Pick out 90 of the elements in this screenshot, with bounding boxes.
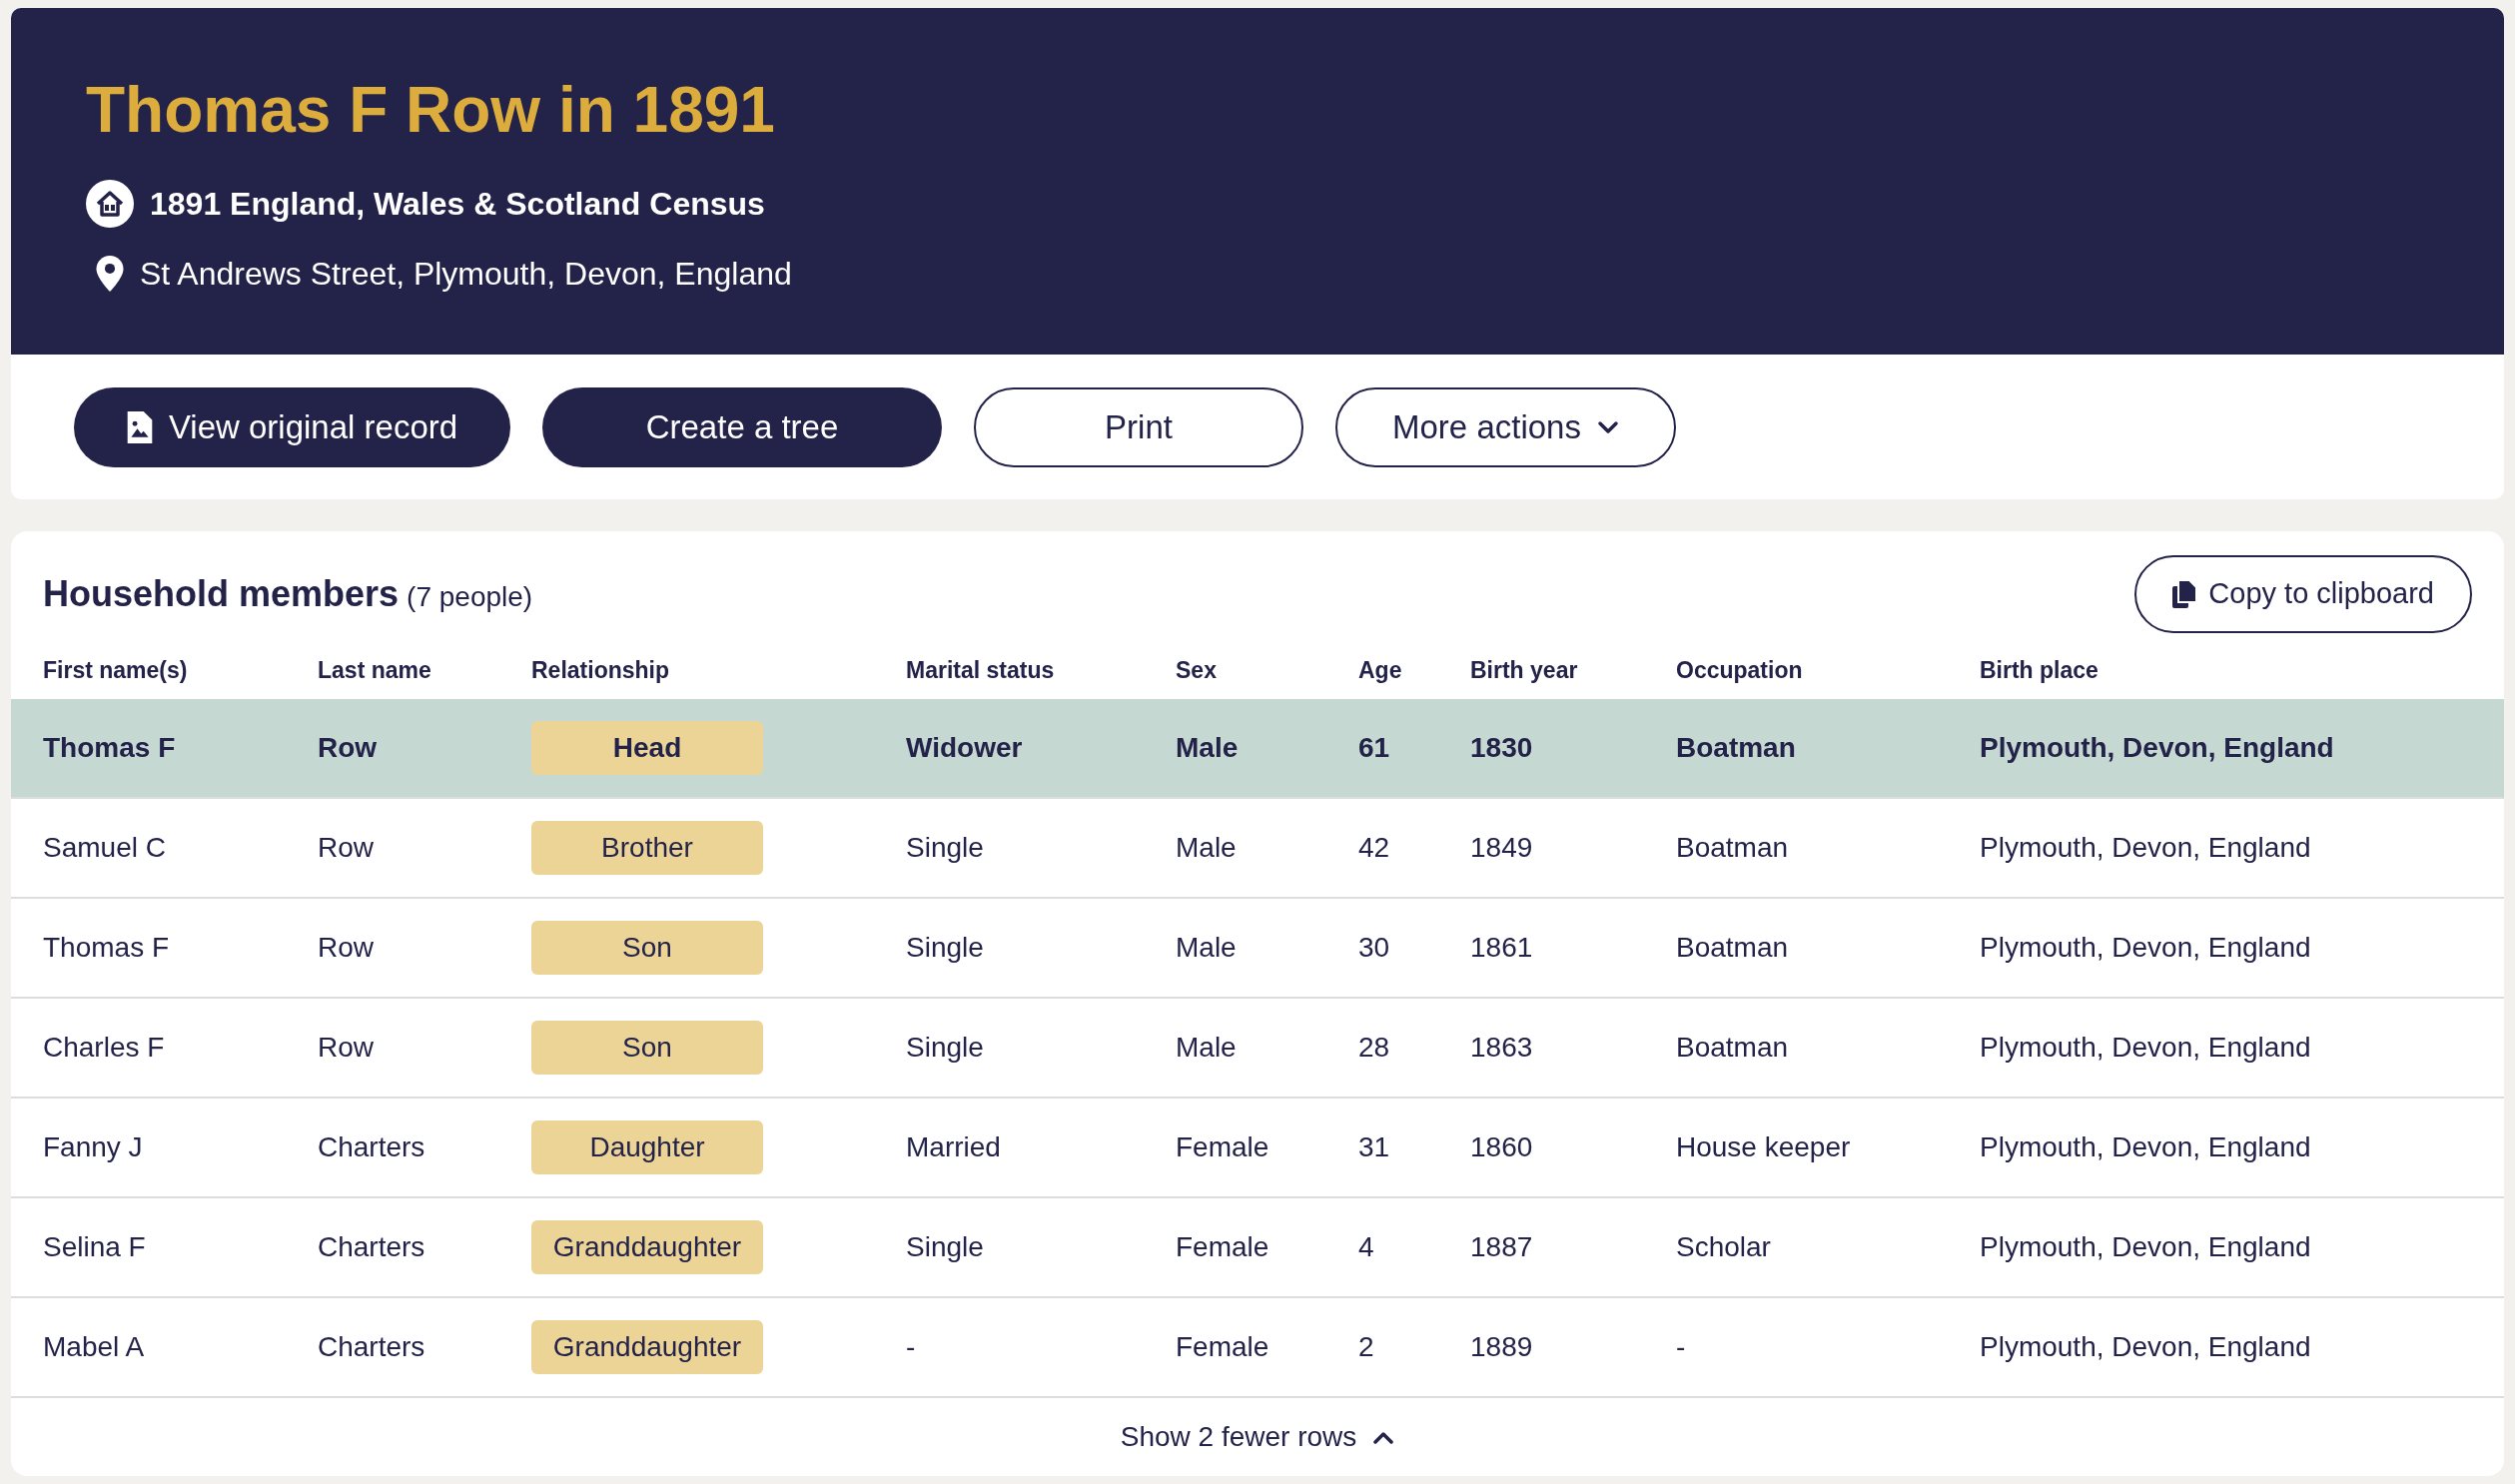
table-cell-text: Boatman <box>1676 731 1797 765</box>
section-title: Household members <box>43 572 400 616</box>
column-header: Sex <box>1176 655 1218 685</box>
table-cell-text: Single <box>906 931 985 965</box>
table-cell-text: Male <box>1176 731 1240 765</box>
table-cell-text: Married <box>906 1130 1002 1164</box>
table-cell-text: 1863 <box>1470 1031 1534 1065</box>
table-cell-text: - <box>906 1330 917 1364</box>
location-text: St Andrews Street, Plymouth, Devon, England <box>140 255 792 294</box>
table-cell-text: 4 <box>1358 1230 1375 1264</box>
column-header: Last name <box>318 655 432 685</box>
table-cell-text: 1849 <box>1470 831 1534 865</box>
view-record-button[interactable]: View original record <box>74 386 510 467</box>
table-cell-text: Single <box>906 831 985 865</box>
table-cell-text: Thomas F <box>43 731 177 765</box>
table-cell-text: Female <box>1176 1330 1270 1364</box>
page-title: Thomas F Row in 1891 <box>86 78 775 142</box>
table-cell-text: Widower <box>906 731 1024 765</box>
relationship-tag: Son <box>531 921 763 975</box>
copy-icon <box>2172 580 2197 608</box>
column-header: Birth place <box>1980 655 2099 685</box>
table-cell-text: Row <box>318 731 379 765</box>
chevron-up-icon <box>1372 1430 1395 1444</box>
table-cell-text: Charters <box>318 1230 426 1264</box>
table-cell-text: Plymouth, Devon, England <box>1980 931 2312 965</box>
table-cell-text: Plymouth, Devon, England <box>1980 1230 2312 1264</box>
table-cell-text: Plymouth, Devon, England <box>1980 1130 2312 1164</box>
relationship-tag: Head <box>531 721 763 775</box>
table-row[interactable]: Thomas F Row Head Widower Male 61 1830 Boatman Plymouth, Devon, England <box>11 699 2504 799</box>
house-icon <box>86 180 134 228</box>
table-cell-text: Scholar <box>1676 1230 1772 1264</box>
relationship-tag: Granddaughter <box>531 1220 763 1274</box>
table-cell-text: 42 <box>1358 831 1391 865</box>
table-cell-text: Male <box>1176 1031 1238 1065</box>
table-cell-text: Single <box>906 1230 985 1264</box>
table-cell-text: Row <box>318 831 375 865</box>
table-cell-text: 1861 <box>1470 931 1534 965</box>
relationship-tag: Daughter <box>531 1120 763 1174</box>
show-fewer-rows-button[interactable]: Show 2 fewer rows <box>1120 1416 1395 1458</box>
print-button[interactable]: Print <box>974 386 1303 467</box>
image-document-icon <box>126 410 153 443</box>
table-cell-text: Plymouth, Devon, England <box>1980 731 2335 765</box>
table-cell-text: Fanny J <box>43 1130 144 1164</box>
table-cell-text: 1860 <box>1470 1130 1534 1164</box>
table-cell-text: Boatman <box>1676 931 1790 965</box>
table-cell-text: 1887 <box>1470 1230 1534 1264</box>
chevron-down-icon <box>1596 419 1619 434</box>
table-cell-text: Samuel C <box>43 831 167 865</box>
table-cell-text: 61 <box>1358 731 1391 765</box>
relationship-tag: Son <box>531 1021 763 1075</box>
table-cell-text: Plymouth, Devon, England <box>1980 831 2312 865</box>
collection-name: 1891 England, Wales & Scotland Census <box>150 185 765 224</box>
more-actions-button[interactable]: More actions <box>1335 386 1676 467</box>
column-header: Relationship <box>531 655 670 685</box>
table-cell-text: Thomas F <box>43 931 171 965</box>
column-header: Birth year <box>1470 655 1579 685</box>
table-cell-text: 2 <box>1358 1330 1375 1364</box>
table-cell-text: House keeper <box>1676 1130 1852 1164</box>
copy-to-clipboard-button[interactable]: Copy to clipboard <box>2134 555 2472 633</box>
table-cell-text: Plymouth, Devon, England <box>1980 1031 2312 1065</box>
column-header: Marital status <box>906 655 1056 685</box>
table-cell-text: Boatman <box>1676 1031 1790 1065</box>
table-cell-text: Single <box>906 1031 985 1065</box>
table-cell-text: Male <box>1176 931 1238 965</box>
relationship-tag: Brother <box>531 821 763 875</box>
table-cell-text: - <box>1676 1330 1687 1364</box>
table-cell-text: Plymouth, Devon, England <box>1980 1330 2312 1364</box>
table-cell-text: Female <box>1176 1130 1270 1164</box>
column-header: First name(s) <box>43 655 189 685</box>
table-cell-text: Selina F <box>43 1230 147 1264</box>
table-cell-text: Charles F <box>43 1031 166 1065</box>
table-cell-text: 1889 <box>1470 1330 1534 1364</box>
table-cell-text: 31 <box>1358 1130 1391 1164</box>
table-cell-text: Row <box>318 1031 375 1065</box>
table-cell-text: Mabel A <box>43 1330 146 1364</box>
column-header: Occupation <box>1676 655 1804 685</box>
table-cell-text: Charters <box>318 1330 426 1364</box>
table-cell-text: Charters <box>318 1130 426 1164</box>
location-pin-icon <box>96 256 124 292</box>
table-cell-text: Row <box>318 931 375 965</box>
table-cell-text: Female <box>1176 1230 1270 1264</box>
table-cell-text: 30 <box>1358 931 1391 965</box>
create-tree-button[interactable]: Create a tree <box>542 386 942 467</box>
relationship-tag: Granddaughter <box>531 1320 763 1374</box>
table-cell-text: 28 <box>1358 1031 1391 1065</box>
table-cell-text: Boatman <box>1676 831 1790 865</box>
table-cell-text: 1830 <box>1470 731 1534 765</box>
column-header: Age <box>1358 655 1403 685</box>
table-cell-text: Male <box>1176 831 1238 865</box>
people-count: (7 people) <box>407 580 533 614</box>
